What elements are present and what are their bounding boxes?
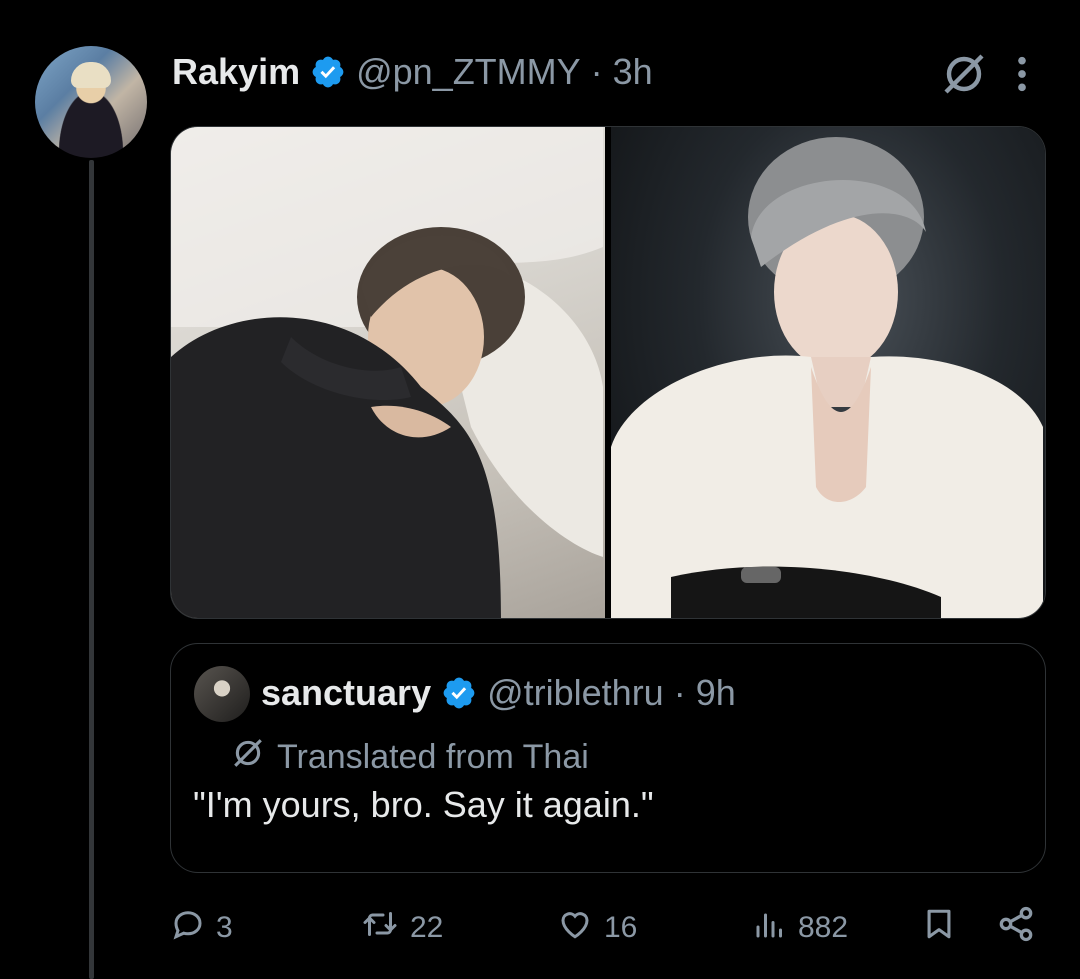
thread-line: [89, 160, 94, 979]
more-icon[interactable]: [1014, 54, 1030, 94]
reply-count: 3: [216, 911, 233, 944]
media-gallery: [170, 126, 1046, 619]
repost-button[interactable]: 22: [360, 900, 443, 956]
reply-button[interactable]: 3: [170, 900, 233, 956]
translated-text: Translated from Thai: [277, 738, 589, 776]
author-handle[interactable]: @pn_ZTMMY: [356, 51, 581, 93]
bookmark-icon: [922, 905, 956, 951]
share-button[interactable]: [996, 900, 1036, 956]
quote-body: "I'm yours, bro. Say it again.": [193, 784, 654, 825]
like-count: 16: [604, 911, 638, 944]
verified-icon: [441, 675, 477, 711]
separator-dot: ·: [590, 51, 603, 92]
post-header: Rakyim @pn_ZTMMY · 3h: [172, 50, 653, 94]
action-bar: 3 22 16 882: [170, 900, 1040, 956]
views-icon: [752, 906, 788, 950]
translate-icon: [231, 736, 265, 779]
verified-icon: [310, 54, 346, 90]
quote-time[interactable]: 9h: [696, 672, 736, 714]
reply-icon: [170, 906, 206, 950]
author-name[interactable]: Rakyim: [172, 51, 300, 93]
author-avatar[interactable]: [35, 46, 147, 158]
post-time[interactable]: 3h: [613, 51, 653, 93]
repost-icon: [360, 906, 400, 950]
header-actions: [940, 50, 1030, 98]
views-button[interactable]: 882: [752, 900, 848, 956]
share-icon: [996, 904, 1036, 952]
photo-right[interactable]: [611, 127, 1045, 618]
separator-dot: ·: [673, 672, 686, 713]
like-button[interactable]: 16: [556, 900, 637, 956]
quote-author-avatar[interactable]: [194, 666, 250, 722]
bookmark-button[interactable]: [922, 900, 956, 956]
translated-label[interactable]: Translated from Thai: [231, 736, 589, 779]
grok-icon[interactable]: [940, 50, 988, 98]
quote-author-name[interactable]: sanctuary: [261, 672, 431, 714]
quote-tweet[interactable]: sanctuary @triblethru · 9h Translated fr…: [170, 643, 1046, 873]
photo-left[interactable]: [171, 127, 605, 618]
like-icon: [556, 906, 594, 950]
views-count: 882: [798, 911, 849, 944]
quote-header: sanctuary @triblethru · 9h: [261, 672, 736, 714]
repost-count: 22: [410, 911, 444, 944]
quote-author-handle[interactable]: @triblethru: [487, 672, 664, 714]
